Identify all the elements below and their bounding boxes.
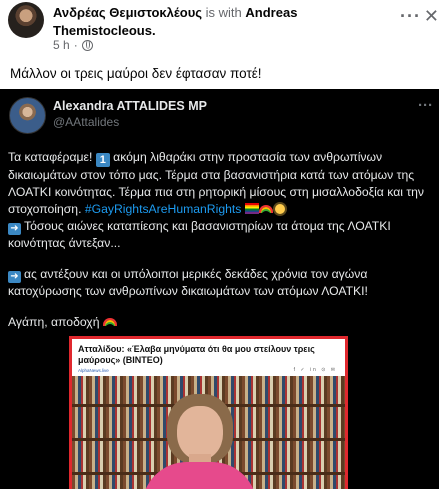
rainbow-flag-icon bbox=[244, 203, 259, 214]
face bbox=[177, 406, 223, 460]
tweet-para-2-text: Τόσους αιώνες καταπίεσης και βασανιστηρί… bbox=[8, 219, 391, 250]
tweet-paragraph-1: Τα καταφέραμε! 1 ακόμη λιθαράκι στην προ… bbox=[8, 149, 434, 218]
more-options-icon[interactable]: ··· bbox=[400, 6, 421, 27]
post-meta: 5 h · bbox=[53, 38, 93, 52]
post-header: Ανδρέας Θεμιστοκλέους is with Andreas Th… bbox=[0, 0, 439, 56]
tweet-line-1a: Τα καταφέραμε! bbox=[8, 150, 93, 164]
separator-dot: · bbox=[73, 38, 78, 52]
post-time[interactable]: 5 h bbox=[53, 38, 70, 52]
woman-portrait bbox=[142, 394, 257, 489]
right-arrow-icon: ➜ bbox=[8, 223, 21, 235]
tweet-paragraph-4: Αγάπη, αποδοχή bbox=[8, 314, 434, 331]
embedded-tweet-screenshot[interactable]: Alexandra ATTALIDES MP @AAttalides ··· Τ… bbox=[0, 89, 439, 489]
news-meta: AlphaNews.live bbox=[78, 368, 109, 373]
author-name[interactable]: Ανδρέας Θεμιστοκλέους bbox=[53, 5, 202, 20]
author-avatar[interactable] bbox=[8, 2, 44, 38]
tweet-paragraph-3: ➜ ας αντέξουν και οι υπόλοιποι μερικές δε… bbox=[8, 266, 434, 300]
tweet-handle: @AAttalides bbox=[53, 115, 120, 129]
author-line: Ανδρέας Θεμιστοκλέους is with Andreas Th… bbox=[53, 4, 403, 40]
tweet-paragraph-2: ➜ Τόσους αιώνες καταπίεσης και βασανιστηρ… bbox=[8, 218, 434, 252]
close-icon[interactable]: ✕ bbox=[424, 6, 439, 27]
tweet-avatar bbox=[9, 97, 46, 134]
news-article-screenshot: Ατταλίδου: «Έλαβα μηνύματα ότι θα μου στ… bbox=[69, 336, 348, 489]
news-source: AlphaNews.live bbox=[78, 368, 109, 373]
rainbow-icon bbox=[102, 318, 117, 326]
tweet-body: Τα καταφέραμε! 1 ακόμη λιθαράκι στην προ… bbox=[8, 149, 434, 331]
tweet-para-3-text: ας αντέξουν και οι υπόλοιποι μερικές δεκ… bbox=[8, 267, 368, 298]
with-text: is with bbox=[205, 5, 242, 20]
tweet-author-name: Alexandra ATTALIDES MP bbox=[53, 99, 207, 113]
pink-jacket bbox=[142, 462, 257, 489]
news-photo bbox=[72, 376, 345, 489]
post-text: Μάλλον οι τρεις μαύροι δεν έφτασαν ποτέ! bbox=[10, 66, 262, 81]
globe-icon bbox=[81, 39, 93, 51]
hashtag-link: #GayRightsAreHumanRights bbox=[84, 202, 242, 216]
right-arrow-icon: ➜ bbox=[8, 271, 21, 283]
keycap-one-icon: 1 bbox=[95, 153, 110, 167]
sun-icon bbox=[274, 204, 285, 214]
share-icons: f ✓ in ⊙ ✉ bbox=[293, 367, 337, 373]
rainbow-icon bbox=[258, 205, 273, 213]
tweet-para-4-text: Αγάπη, αποδοχή bbox=[8, 315, 100, 329]
news-title: Ατταλίδου: «Έλαβα μηνύματα ότι θα μου στ… bbox=[78, 344, 315, 365]
tweet-more-icon: ··· bbox=[418, 97, 433, 114]
